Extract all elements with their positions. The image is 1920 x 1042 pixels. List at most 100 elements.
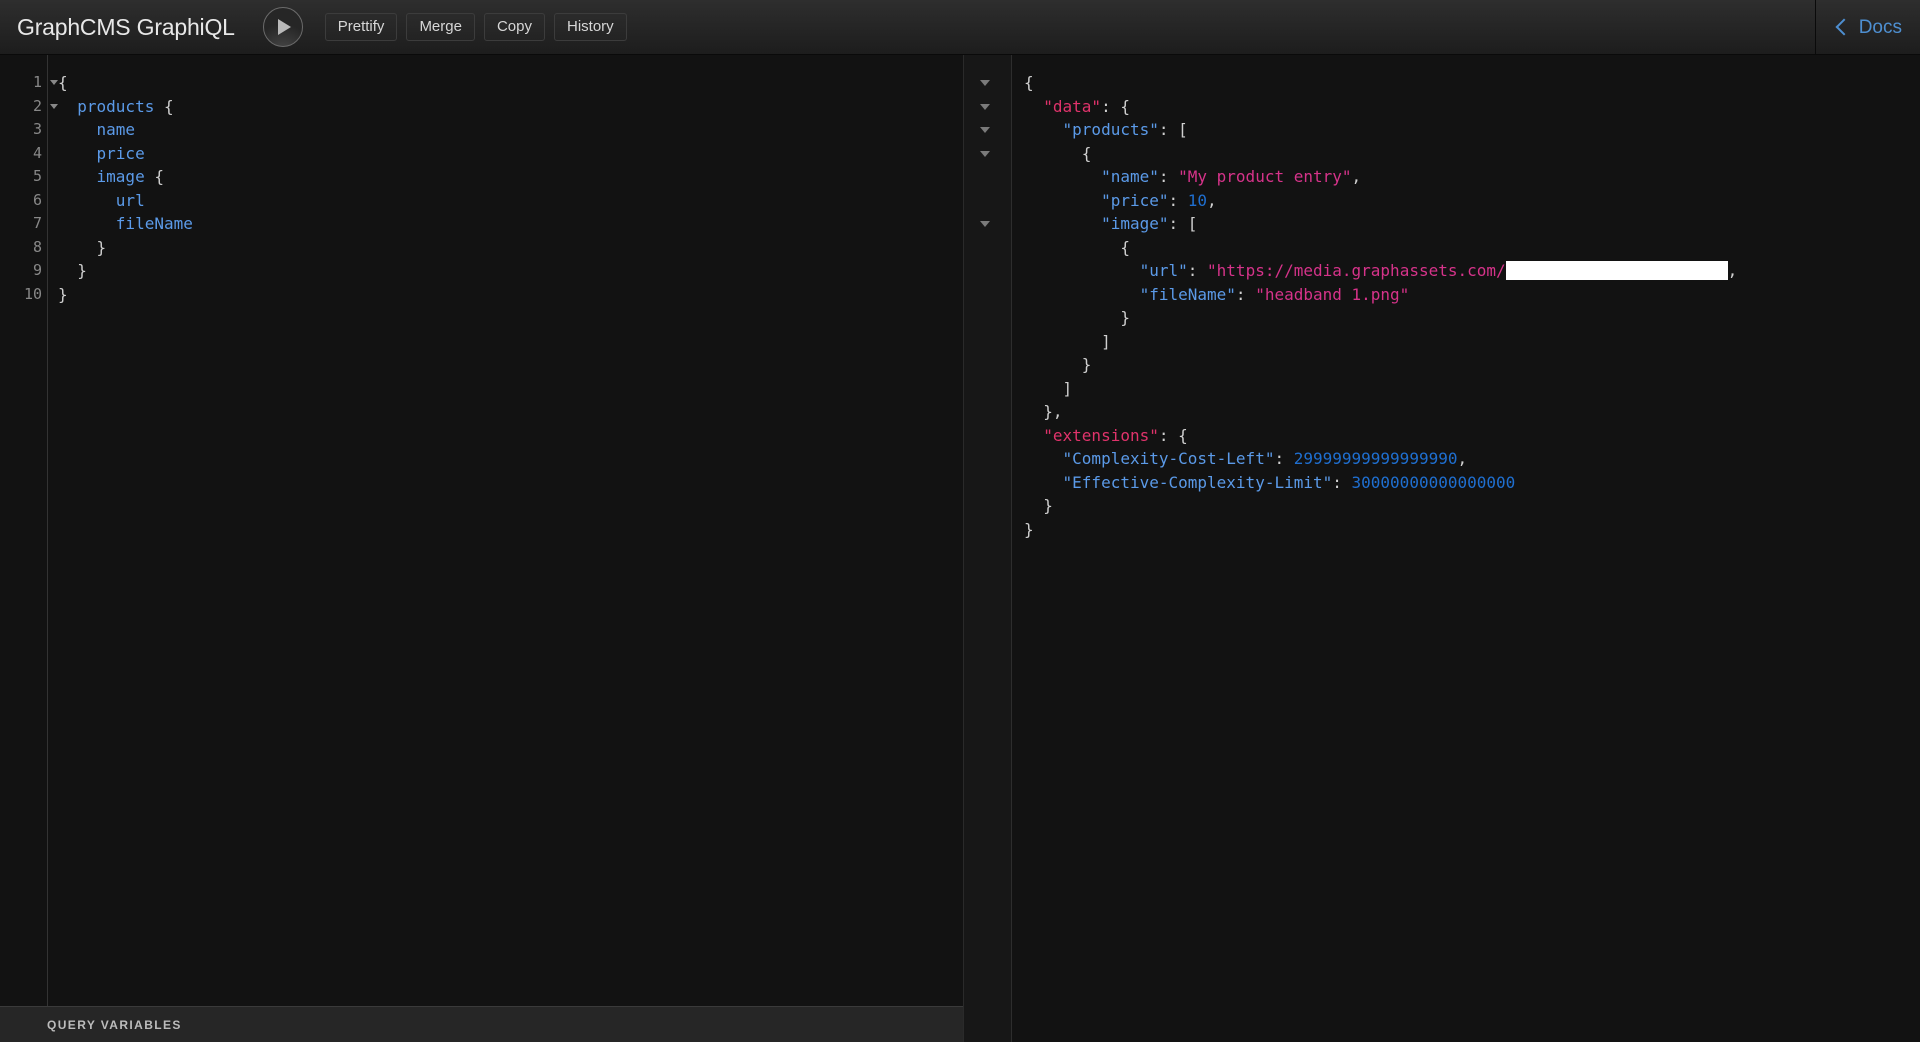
execute-query-button[interactable] <box>263 7 303 47</box>
response-token: "Effective-Complexity-Limit" <box>1063 473 1333 492</box>
copy-button[interactable]: Copy <box>484 13 545 41</box>
graphql-field: fileName <box>116 214 193 233</box>
response-token: : <box>1188 261 1207 280</box>
response-code-line: "extensions": { <box>1024 424 1920 448</box>
query-code-line: price <box>58 142 963 166</box>
query-code-line: image { <box>58 165 963 189</box>
response-token: "https://media.graphassets.com/ <box>1207 261 1506 280</box>
response-token: : <box>1236 285 1255 304</box>
response-code-line: "name": "My product entry", <box>1024 165 1920 189</box>
query-line-number: 9 <box>0 259 47 283</box>
query-variables-bar[interactable]: QUERY VARIABLES <box>0 1006 963 1042</box>
response-token: "headband 1.png" <box>1255 285 1409 304</box>
fold-triangle-icon[interactable] <box>980 127 990 133</box>
response-token: "image" <box>1101 214 1168 233</box>
response-token: : { <box>1159 426 1188 445</box>
docs-button[interactable]: Docs <box>1838 17 1902 39</box>
response-gutter-line <box>964 95 1011 119</box>
main-panes: 12345678910 { products { name price imag… <box>0 55 1920 1042</box>
response-code-line: "fileName": "headband 1.png" <box>1024 283 1920 307</box>
response-token: , <box>1352 167 1362 186</box>
response-code-line: } <box>1024 518 1920 542</box>
query-code-area[interactable]: { products { name price image { url file… <box>48 55 963 1006</box>
response-token: "url" <box>1140 261 1188 280</box>
response-gutter-line <box>964 494 1011 518</box>
response-gutter-line <box>964 330 1011 354</box>
response-code-line: "Effective-Complexity-Limit": 3000000000… <box>1024 471 1920 495</box>
response-token: { <box>1120 238 1130 257</box>
response-code-line: { <box>1024 71 1920 95</box>
query-code-line: name <box>58 118 963 142</box>
response-code-line: { <box>1024 142 1920 166</box>
query-line-number-gutter: 12345678910 <box>0 55 48 1006</box>
query-line-number: 2 <box>0 95 47 119</box>
response-token: { <box>1024 73 1034 92</box>
response-token: 30000000000000000 <box>1352 473 1516 492</box>
query-editor[interactable]: 12345678910 { products { name price imag… <box>0 55 963 1006</box>
response-gutter-line <box>964 353 1011 377</box>
play-icon <box>278 19 291 35</box>
history-button[interactable]: History <box>554 13 627 41</box>
response-token: "price" <box>1101 191 1168 210</box>
response-token: } <box>1120 308 1130 327</box>
page-title: GraphCMS GraphiQL <box>0 14 253 41</box>
query-line-number: 5 <box>0 165 47 189</box>
response-gutter-line <box>964 471 1011 495</box>
response-token: : { <box>1101 97 1130 116</box>
response-code-line: "data": { <box>1024 95 1920 119</box>
response-gutter-line <box>964 306 1011 330</box>
response-token: "My product entry" <box>1178 167 1351 186</box>
response-token: , <box>1207 191 1217 210</box>
query-code-line: products { <box>58 95 963 119</box>
fold-triangle-icon[interactable] <box>980 80 990 86</box>
response-gutter-line <box>964 518 1011 542</box>
query-pane: 12345678910 { products { name price imag… <box>0 55 964 1042</box>
response-gutter-line <box>964 71 1011 95</box>
fold-triangle-icon[interactable] <box>980 151 990 157</box>
response-token: : [ <box>1159 120 1188 139</box>
response-token: 29999999999999990 <box>1294 449 1458 468</box>
response-token: ] <box>1101 332 1111 351</box>
graphiql-app: GraphCMS GraphiQL Prettify Merge Copy Hi… <box>0 0 1920 1042</box>
fold-triangle-icon[interactable] <box>980 221 990 227</box>
response-code-line: ] <box>1024 330 1920 354</box>
response-code-line: "image": [ <box>1024 212 1920 236</box>
response-token: , <box>1457 449 1467 468</box>
fold-triangle-icon[interactable] <box>50 104 58 109</box>
query-line-number: 8 <box>0 236 47 260</box>
response-token: : <box>1169 191 1188 210</box>
merge-button[interactable]: Merge <box>406 13 475 41</box>
response-token: : <box>1159 167 1178 186</box>
response-token: ] <box>1063 379 1073 398</box>
response-gutter-line <box>964 165 1011 189</box>
query-code-line: fileName <box>58 212 963 236</box>
response-token: "extensions" <box>1043 426 1159 445</box>
query-line-number: 4 <box>0 142 47 166</box>
query-line-number: 6 <box>0 189 47 213</box>
response-token: : <box>1332 473 1351 492</box>
response-gutter-line <box>964 400 1011 424</box>
response-token: "Complexity-Cost-Left" <box>1063 449 1275 468</box>
query-line-number: 3 <box>0 118 47 142</box>
response-code-line: { <box>1024 236 1920 260</box>
response-code-line: ] <box>1024 377 1920 401</box>
response-code-line: } <box>1024 494 1920 518</box>
response-token: } <box>1024 520 1034 539</box>
prettify-button[interactable]: Prettify <box>325 13 398 41</box>
response-fold-gutter <box>964 55 1012 1042</box>
query-code-line: { <box>58 71 963 95</box>
fold-triangle-icon[interactable] <box>50 80 58 85</box>
response-pane: { "data": { "products": [ { "name": "My … <box>964 55 1920 1042</box>
chevron-left-icon <box>1835 19 1852 36</box>
fold-triangle-icon[interactable] <box>980 104 990 110</box>
response-token: 10 <box>1188 191 1207 210</box>
graphql-field: name <box>97 120 136 139</box>
response-token: } <box>1043 496 1053 515</box>
response-token: : <box>1274 449 1293 468</box>
response-gutter-line <box>964 259 1011 283</box>
response-token: } <box>1082 355 1092 374</box>
response-gutter-line <box>964 447 1011 471</box>
response-code-line: "price": 10, <box>1024 189 1920 213</box>
response-gutter-line <box>964 212 1011 236</box>
docs-label: Docs <box>1859 17 1902 39</box>
